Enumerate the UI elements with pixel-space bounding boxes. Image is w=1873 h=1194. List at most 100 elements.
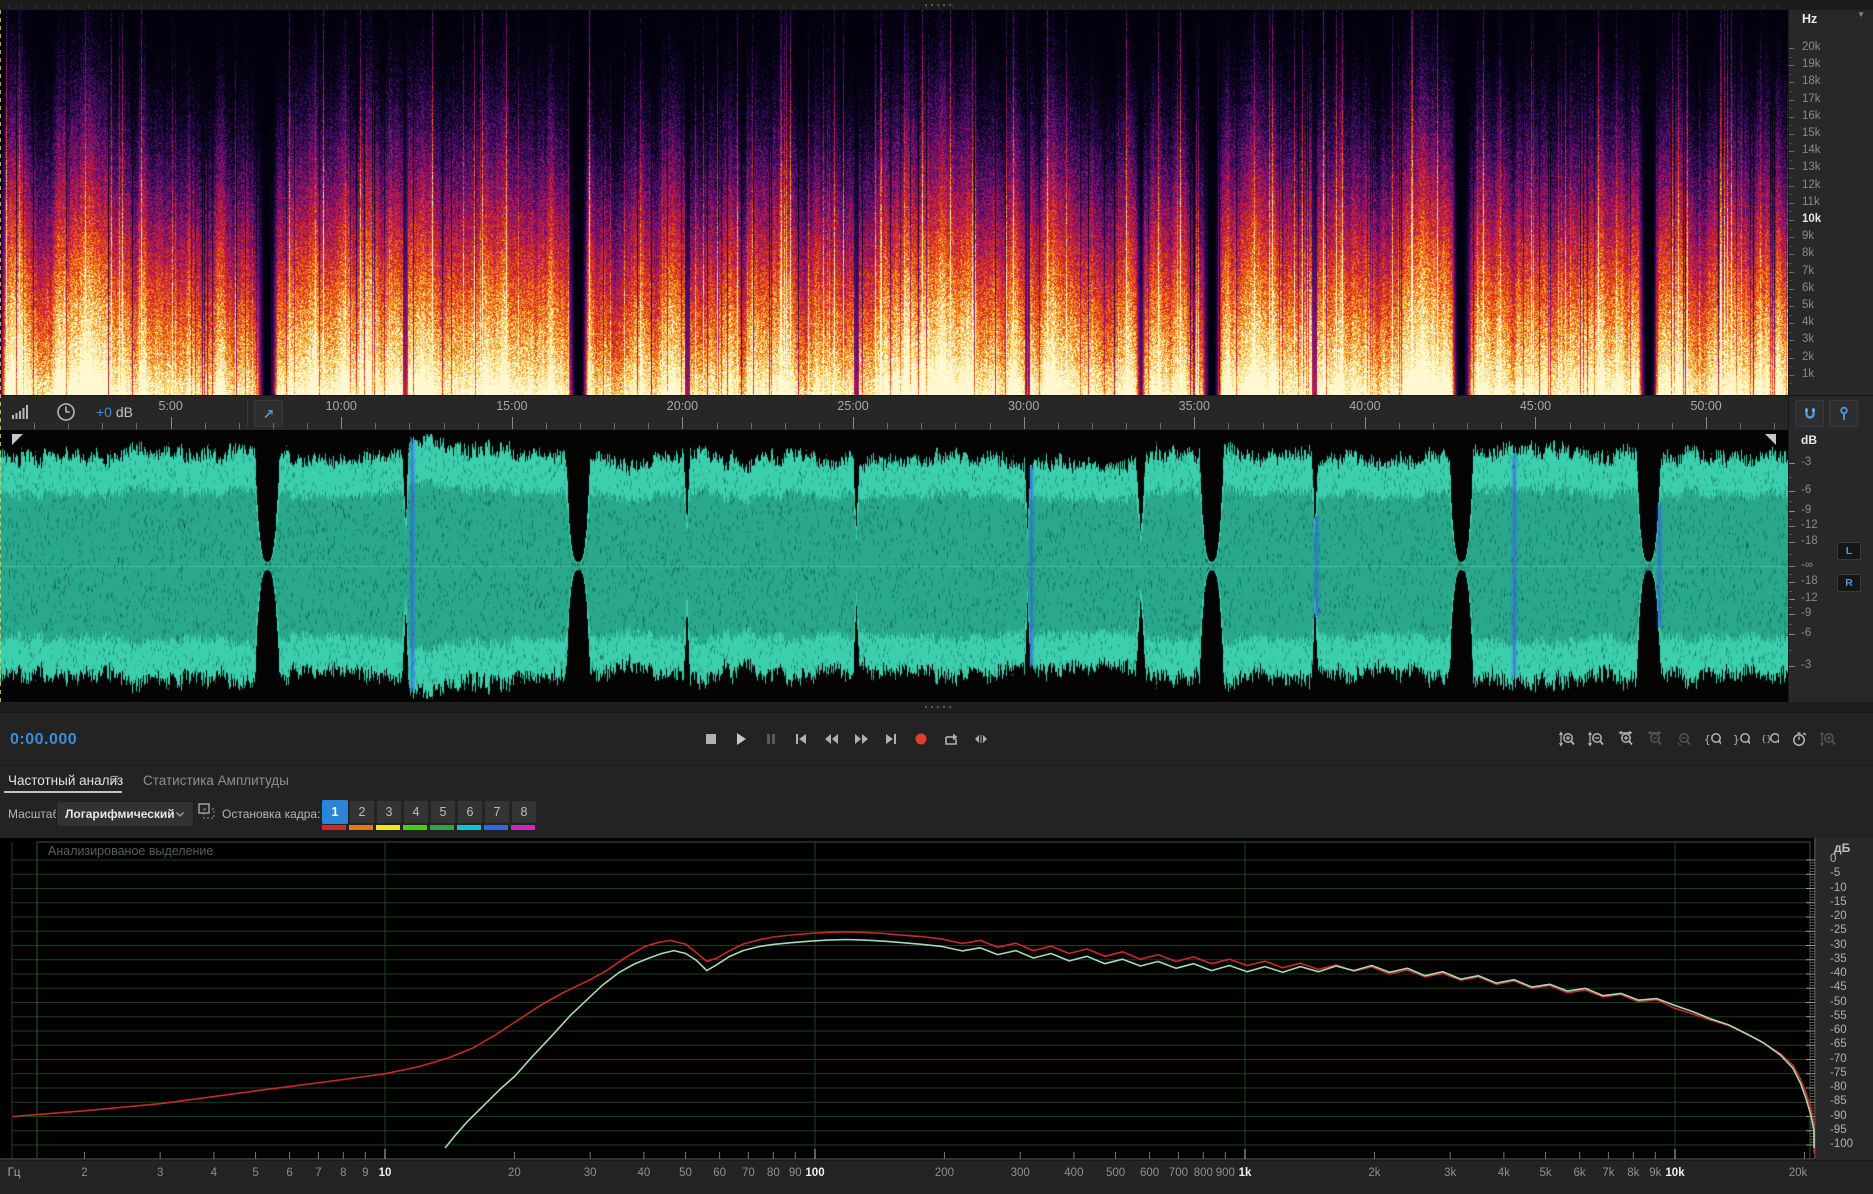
scale-menu-icon[interactable]: ▼ [1857, 10, 1865, 19]
top-strip-tick [446, 5, 448, 9]
fast-forward-button[interactable] [848, 726, 874, 752]
zoom-to-selection-button[interactable]: {} [1757, 726, 1783, 752]
top-strip-tick [726, 5, 728, 9]
corner-handle-right-icon[interactable] [1765, 434, 1776, 445]
ruler-tick [341, 417, 343, 429]
amplitude-scale[interactable]: dB L R -3 -6 -9 -12 -18 -∞ -18 -12 -9 -6 -3 [1788, 430, 1873, 702]
frame-hold-2-button[interactable]: 2 [349, 800, 375, 824]
ruler-time-label: 45:00 [1519, 399, 1552, 413]
top-strip-tick [992, 5, 994, 9]
amp-scale-minor-tick [1789, 590, 1792, 592]
top-strip-handle[interactable] [925, 4, 951, 6]
zoom-in-amplitude-button[interactable] [1554, 726, 1580, 752]
panel-menu-icon[interactable]: ≡ [110, 771, 119, 788]
zoom-out-amplitude-button[interactable] [1583, 726, 1609, 752]
freq-scale-minor-tick [1789, 245, 1792, 247]
record-button[interactable] [908, 726, 934, 752]
freq-scale-tick [1789, 151, 1794, 153]
top-scrollbar[interactable] [0, 0, 1873, 10]
transport-buttons [698, 726, 994, 752]
top-strip-tick [712, 5, 714, 9]
freq-scale-label: 12k [1802, 178, 1821, 191]
top-strip-tick [699, 5, 701, 9]
play-button[interactable] [728, 726, 754, 752]
freq-scale-minor-tick [1789, 263, 1792, 264]
top-strip-tick [673, 5, 674, 9]
ruler-tick [614, 423, 616, 429]
zoom-time-stopwatch-icon [1792, 732, 1806, 746]
frame-hold-8-color [511, 825, 535, 830]
top-strip-tick [1098, 5, 1100, 9]
waveform-view[interactable] [0, 430, 1788, 702]
top-strip-tick [167, 5, 169, 9]
top-strip-tick [1218, 5, 1220, 9]
stop-button[interactable] [698, 726, 724, 752]
zoom-in-at-out-point-button[interactable]: } [1728, 726, 1754, 752]
zoom-out-time-button[interactable] [1641, 726, 1667, 752]
amp-scale-tick [1789, 582, 1795, 583]
zoom-time-stopwatch-button[interactable] [1786, 726, 1812, 752]
chart-x-label: 9 [362, 1167, 369, 1179]
amp-scale-tick [1789, 542, 1795, 543]
freq-scale-tick [1789, 357, 1794, 359]
zoom-out-full-button[interactable] [1670, 726, 1696, 752]
zoom-in-at-in-point-icon: { [1704, 733, 1721, 746]
zoom-in-time-button[interactable] [1612, 726, 1638, 752]
top-strip-tick [646, 5, 648, 9]
ruler-tick [1535, 417, 1537, 429]
frame-hold-7-button[interactable]: 7 [484, 800, 510, 824]
frame-hold-5-button[interactable]: 5 [430, 800, 456, 824]
pause-button[interactable] [758, 726, 784, 752]
freq-scale-tick [1789, 374, 1794, 376]
amp-scale-minor-tick [1789, 554, 1792, 555]
top-strip-tick [1258, 5, 1260, 9]
tab-frequency-analysis[interactable]: Частотный анализ [8, 773, 123, 788]
ruler-tick [1467, 423, 1469, 429]
chart-x-label: 300 [1010, 1167, 1030, 1179]
play-icon [737, 733, 746, 745]
rewind-button[interactable] [818, 726, 844, 752]
frame-hold-6-button[interactable]: 6 [457, 800, 483, 824]
snapping-magnet-button[interactable] [1795, 400, 1824, 427]
timeline-ruler[interactable]: +0 dB ↗ 5:00 10:00 15:00 20:00 25:00 30:00 35:… [0, 395, 1873, 432]
skip-back-button[interactable] [788, 726, 814, 752]
frame-hold-8-button[interactable]: 8 [511, 800, 537, 824]
ruler-tick [716, 423, 718, 429]
freq-scale-tick [1789, 237, 1794, 239]
chart-x-label: 7 [315, 1167, 322, 1179]
skip-forward-button[interactable] [878, 726, 904, 752]
waveform-scrollbar[interactable] [0, 702, 1873, 712]
freq-scale-minor-tick [1789, 366, 1792, 368]
top-strip-tick [21, 5, 23, 9]
zoom-in-at-in-point-button[interactable]: { [1699, 726, 1725, 752]
playhead-line[interactable] [0, 10, 1, 702]
frame-hold-3-button[interactable]: 3 [376, 800, 402, 824]
freq-scale-label: 18k [1802, 75, 1821, 88]
skip-selection-button[interactable] [968, 726, 994, 752]
freq-scale-minor-tick [1789, 314, 1792, 316]
amp-scale-tick [1789, 511, 1795, 512]
top-strip-tick [1457, 5, 1459, 9]
ruler-tick [853, 417, 855, 429]
chart-x-label: 600 [1140, 1167, 1160, 1179]
channel-badge-left[interactable]: L [1837, 542, 1861, 560]
loop-playback-button[interactable] [938, 726, 964, 752]
frame-hold-4-button[interactable]: 4 [403, 800, 429, 824]
freq-scale-tick [1789, 306, 1794, 307]
frame-hold-1-button[interactable]: 1 [322, 800, 348, 824]
spectrogram-view[interactable] [0, 10, 1788, 395]
ruler-time-label: 30:00 [1008, 399, 1040, 413]
corner-handle-left-icon[interactable] [12, 434, 23, 445]
top-strip-tick [526, 5, 528, 9]
time-display[interactable]: 0:00.000 [10, 713, 77, 766]
marker-button[interactable] [1829, 400, 1858, 427]
zoom-amplitude-full-button[interactable] [1815, 726, 1841, 752]
ruler-tick [1330, 423, 1332, 429]
ruler-time-label: 40:00 [1349, 399, 1381, 413]
channel-badge-right[interactable]: R [1837, 574, 1861, 592]
tab-amplitude-statistics[interactable]: Статистика Амплитуды [143, 773, 289, 788]
frequency-scale[interactable]: Hz ▼ 20k 19k 18k 17k 16k 15k 14k 13k 12k 11k 10k 9k… [1788, 10, 1873, 395]
chart-x-label: 2k [1368, 1167, 1381, 1179]
top-strip-tick [1683, 5, 1685, 9]
freq-scale-tick [1789, 288, 1794, 290]
